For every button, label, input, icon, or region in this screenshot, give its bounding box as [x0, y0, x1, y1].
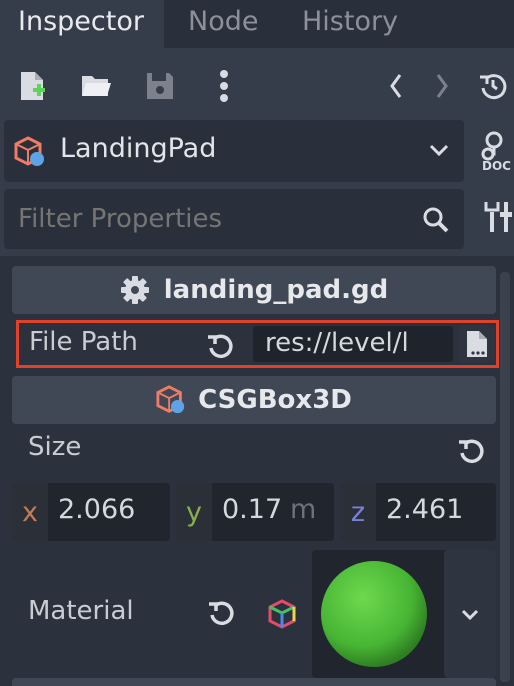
size-x-axis-label: x — [12, 483, 48, 541]
csgbox3d-section-title: CSGBox3D — [198, 385, 352, 415]
size-z-value: 2.461 — [386, 494, 464, 525]
chevron-down-icon — [461, 609, 479, 621]
file-path-value: res://level/l — [265, 328, 409, 358]
size-y-unit: m — [290, 494, 317, 525]
cube-rgb-icon — [268, 599, 296, 629]
open-folder-button[interactable] — [74, 62, 118, 110]
panel-scrollbar[interactable] — [500, 272, 510, 682]
size-x-value: 2.066 — [58, 494, 136, 525]
history-back-button[interactable] — [374, 62, 418, 110]
forward-icon — [436, 74, 448, 98]
file-path-field[interactable]: res://level/l — [253, 326, 453, 362]
revert-icon[interactable] — [206, 598, 236, 628]
material-options-button[interactable] — [444, 550, 496, 678]
revert-icon[interactable] — [456, 436, 486, 466]
size-label: Size — [28, 432, 82, 462]
history-icon — [480, 74, 507, 100]
size-y-axis-label: y — [176, 483, 212, 541]
more-vertical-icon — [220, 70, 228, 102]
tab-inspector[interactable]: Inspector — [0, 0, 164, 48]
file-icon — [467, 331, 487, 357]
size-z-axis-label: z — [340, 483, 376, 541]
new-script-button[interactable] — [10, 62, 54, 110]
file-path-browse-button[interactable] — [459, 326, 495, 362]
script-section-title: landing_pad.gd — [163, 275, 389, 305]
filter-properties-field[interactable] — [4, 189, 464, 249]
object-selector-dropdown[interactable]: LandingPad — [4, 120, 464, 182]
svg-text:DOC: DOC — [482, 159, 511, 173]
tools-icon — [484, 202, 512, 232]
revert-icon[interactable] — [205, 331, 235, 361]
tab-history[interactable]: History — [284, 0, 416, 48]
csgbox3d-section-header[interactable]: CSGBox3D — [12, 376, 496, 424]
save-button[interactable] — [138, 62, 182, 110]
file-path-row: File Path res://level/l — [16, 320, 499, 368]
save-icon — [147, 73, 173, 99]
gear-icon — [120, 276, 149, 304]
filter-properties-input[interactable] — [16, 201, 400, 237]
file-path-label: File Path — [29, 327, 138, 357]
script-section-header[interactable]: landing_pad.gd — [12, 266, 496, 314]
material-sphere-preview — [321, 561, 427, 667]
open-docs-button[interactable]: DOC — [478, 128, 514, 174]
tab-node[interactable]: Node — [170, 0, 276, 48]
open-folder-icon — [82, 76, 111, 96]
search-icon — [423, 207, 449, 233]
material-preview[interactable] — [312, 550, 452, 678]
csg-icon — [14, 136, 44, 166]
new-script-icon — [21, 72, 45, 100]
history-forward-button[interactable] — [420, 62, 464, 110]
back-icon — [390, 74, 402, 98]
next-section-header[interactable] — [12, 678, 496, 686]
more-options-button[interactable] — [202, 62, 246, 110]
node-docs-icon: DOC — [481, 131, 511, 173]
size-y-value: 0.17 — [222, 494, 283, 525]
property-tools-button[interactable] — [484, 198, 514, 240]
csg-icon — [156, 385, 185, 414]
recent-history-button[interactable] — [478, 62, 514, 110]
dock-tab-bar: Inspector Node History — [0, 0, 514, 48]
selected-object-name: LandingPad — [60, 133, 217, 164]
material-label: Material — [28, 596, 134, 626]
chevron-down-icon — [429, 144, 449, 157]
